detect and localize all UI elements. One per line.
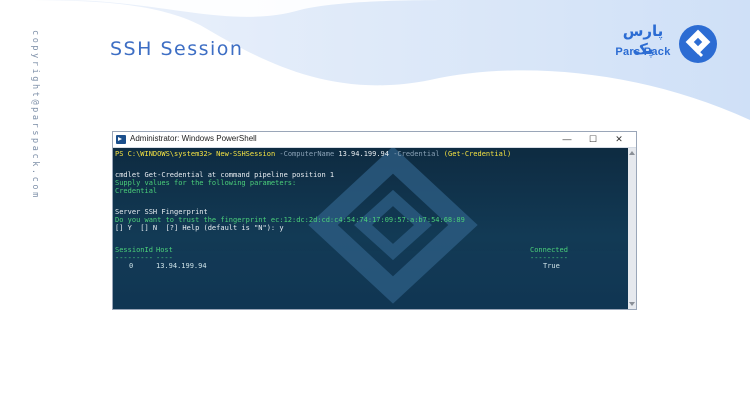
diamond-logo-icon <box>679 25 717 63</box>
brand-logo: پارس پک Pars Pack <box>612 22 720 68</box>
table-header-connected: Connected <box>530 246 568 254</box>
table-underline-session: --------- <box>115 254 153 262</box>
table-row-session: 0 <box>129 262 134 270</box>
powershell-window[interactable]: Administrator: Windows PowerShell — ☐ ✕ … <box>112 131 637 310</box>
prompt-text: PS C:\WINDOWS\system32> <box>115 150 212 158</box>
scroll-up-icon[interactable] <box>629 151 635 155</box>
param-credential: -Credential <box>393 150 440 158</box>
param-computername: -ComputerName <box>279 150 335 158</box>
window-title: Administrator: Windows PowerShell <box>130 134 257 143</box>
window-titlebar[interactable]: Administrator: Windows PowerShell — ☐ ✕ <box>113 132 636 148</box>
choices-line: [] Y [] N [?] Help (default is "N"): y <box>115 224 284 232</box>
powershell-icon <box>116 135 126 144</box>
trust-prompt: Do you want to trust the fingerprint ec:… <box>115 216 465 224</box>
table-row-connected: True <box>543 262 560 270</box>
table-header-host: Host <box>156 246 173 254</box>
table-row-host: 13.94.199.94 <box>156 262 207 270</box>
value-get-credential: (Get-Credential) <box>443 150 512 158</box>
credential-line: Credential <box>115 187 158 195</box>
table-underline-connected: --------- <box>530 254 568 262</box>
console-output[interactable]: PS C:\WINDOWS\system32> New-SSHSession -… <box>113 148 628 309</box>
console-scrollbar[interactable] <box>628 148 636 309</box>
table-header-session: SessionId <box>115 246 153 254</box>
value-ip: 13.94.199.94 <box>338 150 389 158</box>
scroll-down-icon[interactable] <box>629 302 635 306</box>
cmdlet-line: cmdlet Get-Credential at command pipelin… <box>115 171 335 179</box>
supply-values-line: Supply values for the following paramete… <box>115 179 297 187</box>
fingerprint-title: Server SSH Fingerprint <box>115 208 208 216</box>
close-button[interactable]: ✕ <box>606 132 632 147</box>
copyright-text: copyright@parspack.com <box>30 30 40 200</box>
table-underline-host: ---- <box>156 254 173 262</box>
page-title: SSH Session <box>110 38 244 60</box>
logo-name-en: Pars Pack <box>615 46 671 58</box>
minimize-button[interactable]: — <box>554 132 580 147</box>
command-line: PS C:\WINDOWS\system32> New-SSHSession -… <box>115 150 511 158</box>
command-name: New-SSHSession <box>216 150 276 158</box>
maximize-button[interactable]: ☐ <box>580 132 606 147</box>
